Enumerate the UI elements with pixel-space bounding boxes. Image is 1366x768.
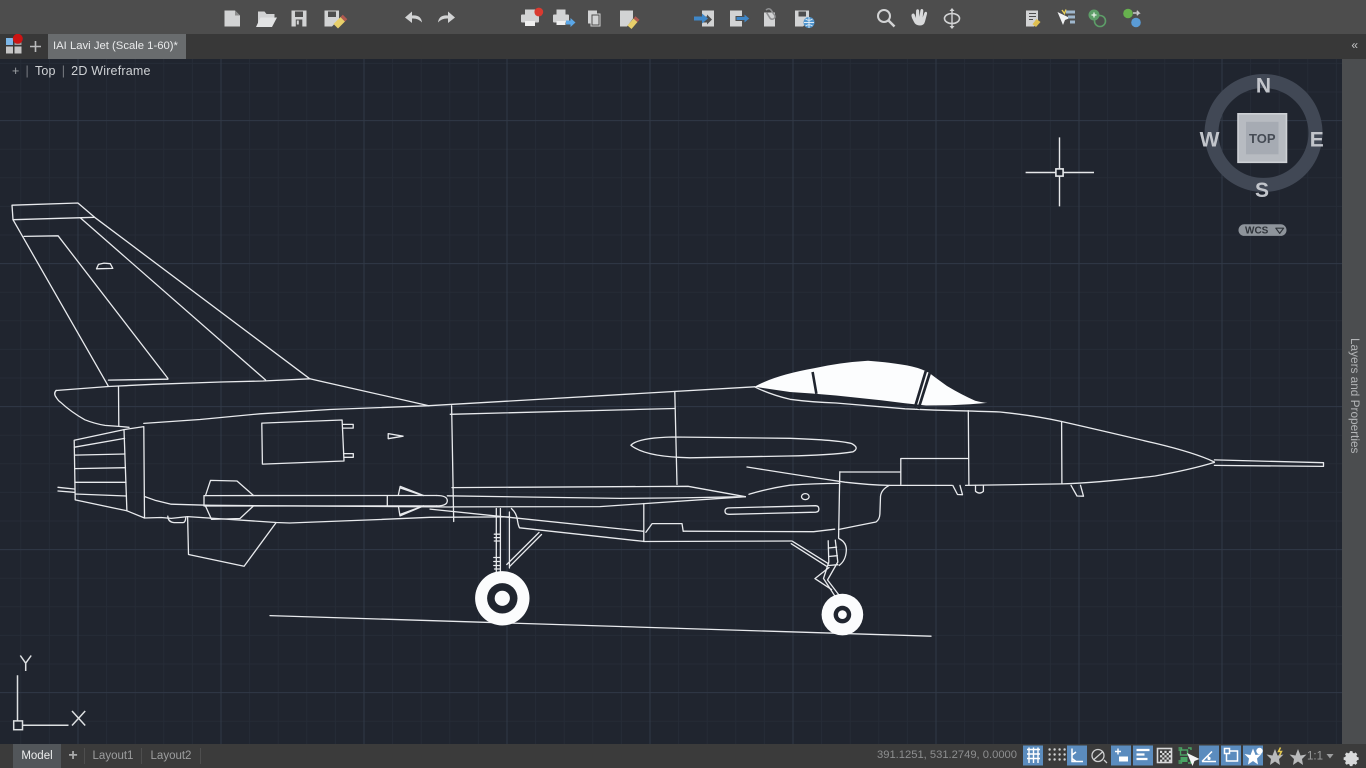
svg-text:1:1: 1:1 bbox=[1307, 751, 1323, 763]
svg-text:E: E bbox=[1310, 128, 1324, 151]
svg-text:S: S bbox=[1255, 179, 1269, 202]
svg-text:W: W bbox=[1200, 128, 1220, 151]
svg-text:TOP: TOP bbox=[1249, 131, 1276, 146]
svg-text:N: N bbox=[1256, 75, 1271, 98]
svg-text:WCS: WCS bbox=[1245, 226, 1269, 237]
